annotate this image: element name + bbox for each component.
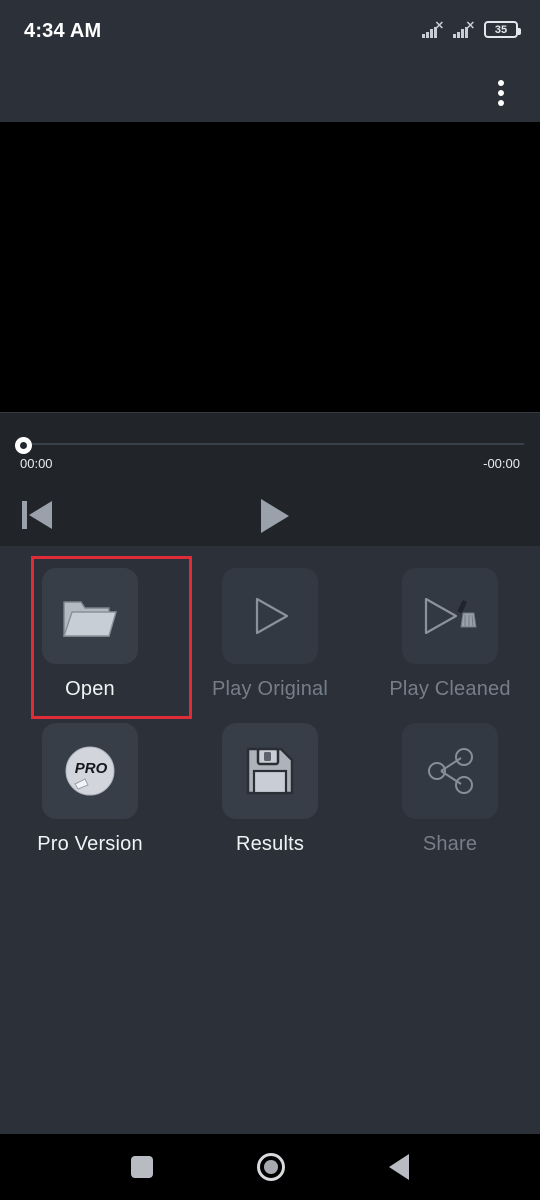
pro-badge-icon: PRO	[65, 746, 115, 796]
play-original-tile[interactable]	[222, 568, 318, 664]
share-nodes-icon	[428, 748, 473, 794]
signal-no-service-icon-2: ✕	[453, 21, 475, 38]
android-nav-bar	[0, 1134, 540, 1200]
action-share[interactable]: Share	[360, 701, 540, 856]
action-grid: Open Play Original Play Cleaned PRO Pro …	[0, 546, 540, 856]
share-tile[interactable]	[402, 723, 498, 819]
play-clean-icon	[424, 597, 477, 635]
battery-level-text: 35	[494, 23, 508, 36]
player-panel: 00:00 -00:00	[0, 412, 540, 546]
action-row-1: Open Play Original Play Cleaned	[0, 546, 540, 701]
folder-open-icon	[63, 601, 117, 637]
svg-text:PRO: PRO	[75, 760, 108, 777]
video-surface[interactable]	[0, 122, 540, 412]
action-play-original[interactable]: Play Original	[180, 546, 360, 701]
play-outline-icon	[255, 597, 289, 635]
play-cleaned-tile[interactable]	[402, 568, 498, 664]
action-results[interactable]: Results	[180, 701, 360, 856]
status-bar: 4:34 AM ✕ ✕ 35	[0, 0, 540, 62]
action-pro-version[interactable]: PRO Pro Version	[0, 701, 180, 856]
home-icon[interactable]	[257, 1153, 285, 1181]
action-open[interactable]: Open	[0, 546, 180, 701]
pro-version-label: Pro Version	[37, 833, 143, 855]
back-icon[interactable]	[389, 1154, 409, 1180]
signal-no-service-icon-1: ✕	[422, 21, 444, 38]
seek-bar-track[interactable]	[16, 443, 524, 445]
battery-icon: 35	[484, 21, 521, 38]
app-bar	[0, 62, 540, 122]
play-icon[interactable]	[253, 495, 295, 537]
overflow-menu-icon[interactable]	[484, 76, 518, 110]
floppy-save-icon	[246, 747, 294, 795]
action-row-2: PRO Pro Version Results Share	[0, 701, 540, 856]
time-current-label: 00:00	[20, 456, 53, 471]
results-label: Results	[235, 833, 305, 855]
action-play-cleaned[interactable]: Play Cleaned	[360, 546, 540, 701]
open-tile[interactable]	[42, 568, 138, 664]
play-original-label: Play Original	[212, 678, 328, 700]
skip-to-start-icon[interactable]	[20, 495, 58, 535]
share-label: Share	[422, 833, 478, 855]
time-remaining-label: -00:00	[483, 456, 520, 471]
seek-bar-knob[interactable]	[15, 437, 32, 454]
recent-apps-icon[interactable]	[131, 1156, 153, 1178]
app-screen: 4:34 AM ✕ ✕ 35 00:00 -00:00 Open Play Or…	[0, 0, 540, 1200]
open-label: Open	[65, 678, 115, 700]
status-bar-icons: ✕ ✕ 35	[422, 21, 521, 38]
play-cleaned-label: Play Cleaned	[389, 678, 511, 700]
pro-version-tile[interactable]: PRO	[42, 723, 138, 819]
status-bar-clock: 4:34 AM	[24, 20, 102, 42]
results-tile[interactable]	[222, 723, 318, 819]
